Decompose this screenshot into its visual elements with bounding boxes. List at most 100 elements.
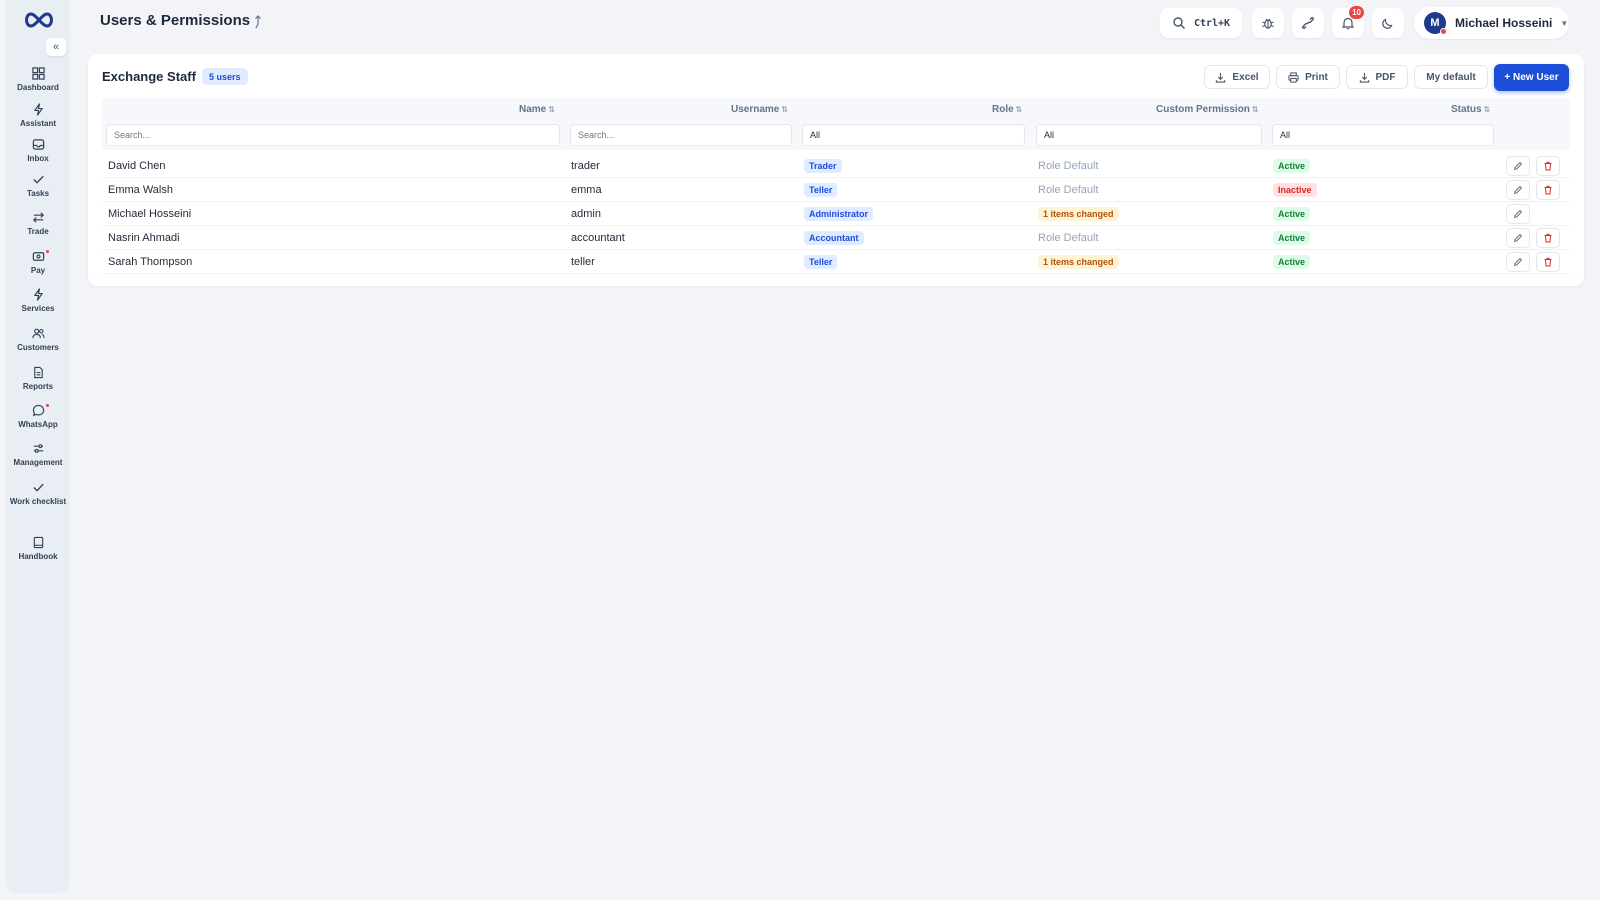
dashboard-icon [31,67,45,80]
delete-button[interactable] [1536,228,1560,248]
edit-button[interactable] [1506,180,1530,200]
button-label: Excel [1232,71,1259,83]
status-badge: Active [1273,231,1311,245]
username-cell: teller [571,256,595,268]
sidebar-item-trade[interactable]: Trade [6,211,70,236]
user-name-cell: Emma Walsh [108,184,173,196]
sort-icon: ⇅ [781,105,789,114]
my-default-button[interactable]: My default [1414,65,1488,89]
export-pdf-button[interactable]: PDF [1346,65,1408,89]
column-header-label: Status [1451,104,1482,115]
sidebar-item-label: Tasks [26,189,50,198]
sidebar-item-reports[interactable]: Reports [6,366,70,391]
column-header-name[interactable]: Name ⇅ [519,104,555,115]
status-badge: Inactive [1273,183,1317,197]
sidebar-item-assistant[interactable]: Assistant [6,103,70,128]
notification-dot [46,250,49,253]
delete-button[interactable] [1536,252,1560,272]
edit-button[interactable] [1506,252,1530,272]
sidebar-item-label: WhatsApp [18,420,58,429]
download-icon [1359,72,1369,83]
role-filter-select[interactable]: All [802,124,1025,146]
new-user-button[interactable]: + New User [1494,64,1569,91]
sidebar-item-whatsapp[interactable]: WhatsApp [6,404,70,429]
custom-permission-badge: 1 items changed [1038,255,1119,269]
edit-button[interactable] [1506,204,1530,224]
collapse-sidebar-button[interactable]: « [46,38,66,56]
name-search-input[interactable] [106,124,560,146]
page-title: Users & Permissions [100,12,251,29]
swap-icon [32,212,44,223]
users-icon [31,328,45,339]
column-header-role[interactable]: Role ⇅ [992,104,1022,115]
check-icon [32,175,44,184]
column-header-username[interactable]: Username ⇅ [731,104,788,115]
sidebar-item-label: Inbox [27,154,49,163]
sidebar-item-label: Customers [17,343,59,352]
print-button[interactable]: Print [1276,65,1340,89]
inbox-icon [32,139,44,150]
sidebar-item-dashboard[interactable]: Dashboard [6,67,70,92]
export-excel-button[interactable]: Excel [1204,65,1270,89]
sidebar-item-tasks[interactable]: Tasks [6,173,70,198]
edit-button[interactable] [1506,228,1530,248]
printer-icon [1288,71,1299,83]
sidebar-item-label: Trade [27,227,49,236]
username-search-input[interactable] [570,124,792,146]
notifications-button[interactable]: 10 [1332,6,1364,38]
column-header-label: Username [731,104,780,115]
link-button[interactable] [1292,8,1324,38]
trash-icon [1544,233,1552,243]
sidebar-item-services[interactable]: Services [6,288,70,313]
table-row[interactable]: Nasrin Ahmadi accountant Accountant Role… [102,226,1570,250]
book-icon [33,536,43,549]
column-header-status[interactable]: Status ⇅ [1451,104,1490,115]
delete-button[interactable] [1536,180,1560,200]
bug-icon [1262,18,1274,29]
role-badge: Teller [804,255,838,269]
sidebar-item-handbook[interactable]: Handbook [6,536,70,561]
sidebar: « Dashboard Assistant Inbox Tasks Trade … [6,0,70,893]
edit-button[interactable] [1506,156,1530,176]
sidebar-item-work-checklist[interactable]: Work checklist [6,481,70,506]
sidebar-item-inbox[interactable]: Inbox [6,138,70,163]
table-row[interactable]: Emma Walsh emma Teller Role Default Inac… [102,178,1570,202]
status-badge: Active [1273,255,1311,269]
delete-button[interactable] [1536,156,1560,176]
pencil-icon [1513,257,1523,267]
avatar: M [1424,12,1447,35]
sidebar-item-management[interactable]: Management [6,442,70,467]
pencil-icon [1513,185,1523,195]
chat-icon [32,404,44,417]
sidebar-item-pay[interactable]: Pay [6,250,70,275]
user-name: Michael Hosseini [1455,16,1553,30]
theme-toggle-button[interactable] [1372,8,1404,38]
status-dot [1440,28,1447,35]
role-badge: Administrator [804,207,874,221]
custom-permission-filter-select[interactable]: All [1036,124,1262,146]
custom-permission-text: Role Default [1038,160,1099,172]
column-header-label: Name [519,104,547,115]
infinity-logo-icon[interactable] [22,10,56,30]
user-name-cell: Michael Hosseini [108,208,192,220]
sort-icon: ⇅ [1483,105,1491,114]
bolt-icon [33,288,43,301]
table-row[interactable]: Michael Hosseini admin Administrator 1 i… [102,202,1570,226]
bug-report-button[interactable] [1252,8,1284,38]
download-icon [1216,72,1226,83]
search-shortcut: Ctrl+K [1193,17,1231,29]
notification-dot [46,404,49,407]
sidebar-item-label: Work checklist [9,497,67,506]
global-search-button[interactable]: Ctrl+K [1160,8,1242,38]
sort-icon: ⇅ [548,105,555,114]
table-row[interactable]: Sarah Thompson teller Teller 1 items cha… [102,250,1570,274]
sort-icon: ⇅ [1015,105,1023,114]
user-name-cell: Nasrin Ahmadi [108,232,180,244]
pin-icon[interactable] [252,15,264,29]
column-header-custom-permission[interactable]: Custom Permission ⇅ [1156,104,1259,115]
sidebar-item-customers[interactable]: Customers [6,327,70,352]
user-menu[interactable]: M Michael Hosseini ▼ [1414,7,1569,39]
table-row[interactable]: David Chen trader Trader Role Default Ac… [102,154,1570,178]
status-filter-select[interactable]: All [1272,124,1494,146]
sidebar-item-label: Assistant [19,119,56,128]
